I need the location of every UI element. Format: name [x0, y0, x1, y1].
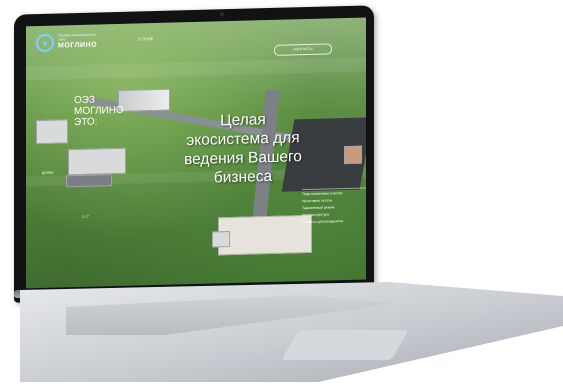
terminal-building: [218, 214, 312, 256]
logo-caption: Особая экономическая зона: [58, 32, 96, 42]
intro-text: ОЭЗ МОГЛИНО ЭТО:: [74, 93, 144, 129]
camera-icon: [220, 12, 224, 17]
site-header: ● Особая экономическая зона МОГЛИНО О ЗО…: [26, 17, 366, 60]
side-menu: Подготовленные участки Налоговые льготы …: [302, 189, 366, 226]
field-stripe: [26, 57, 366, 81]
contacts-button[interactable]: КОНТАКТЫ: [274, 43, 332, 56]
house-building: [344, 145, 362, 165]
logo-icon[interactable]: ●: [36, 33, 54, 53]
slide-counter: 1 / 7: [82, 214, 89, 219]
next-link[interactable]: ДАЛЕЕ: [42, 171, 54, 175]
trackpad: [281, 330, 409, 360]
side-menu-item[interactable]: Сервисы для резидентов: [302, 217, 366, 226]
intro-line: ЭТО:: [74, 116, 98, 129]
hero-line: бизнеса: [213, 167, 273, 187]
nav-link-about[interactable]: О ЗОНЕ: [138, 36, 153, 41]
logo-title[interactable]: МОГЛИНО: [58, 42, 97, 50]
hero-line: ведения Вашего: [184, 148, 302, 169]
hero-heading: Целая экосистема для ведения Вашего бизн…: [178, 109, 308, 188]
parking-lot: [66, 174, 112, 188]
factory-building: [36, 119, 68, 145]
small-building: [212, 231, 230, 248]
laptop: ● Особая экономическая зона МОГЛИНО О ЗО…: [0, 0, 563, 384]
laptop-lid: ● Особая экономическая зона МОГЛИНО О ЗО…: [14, 5, 374, 303]
website-screen: ● Особая экономическая зона МОГЛИНО О ЗО…: [26, 17, 366, 289]
factory-building: [68, 147, 126, 176]
